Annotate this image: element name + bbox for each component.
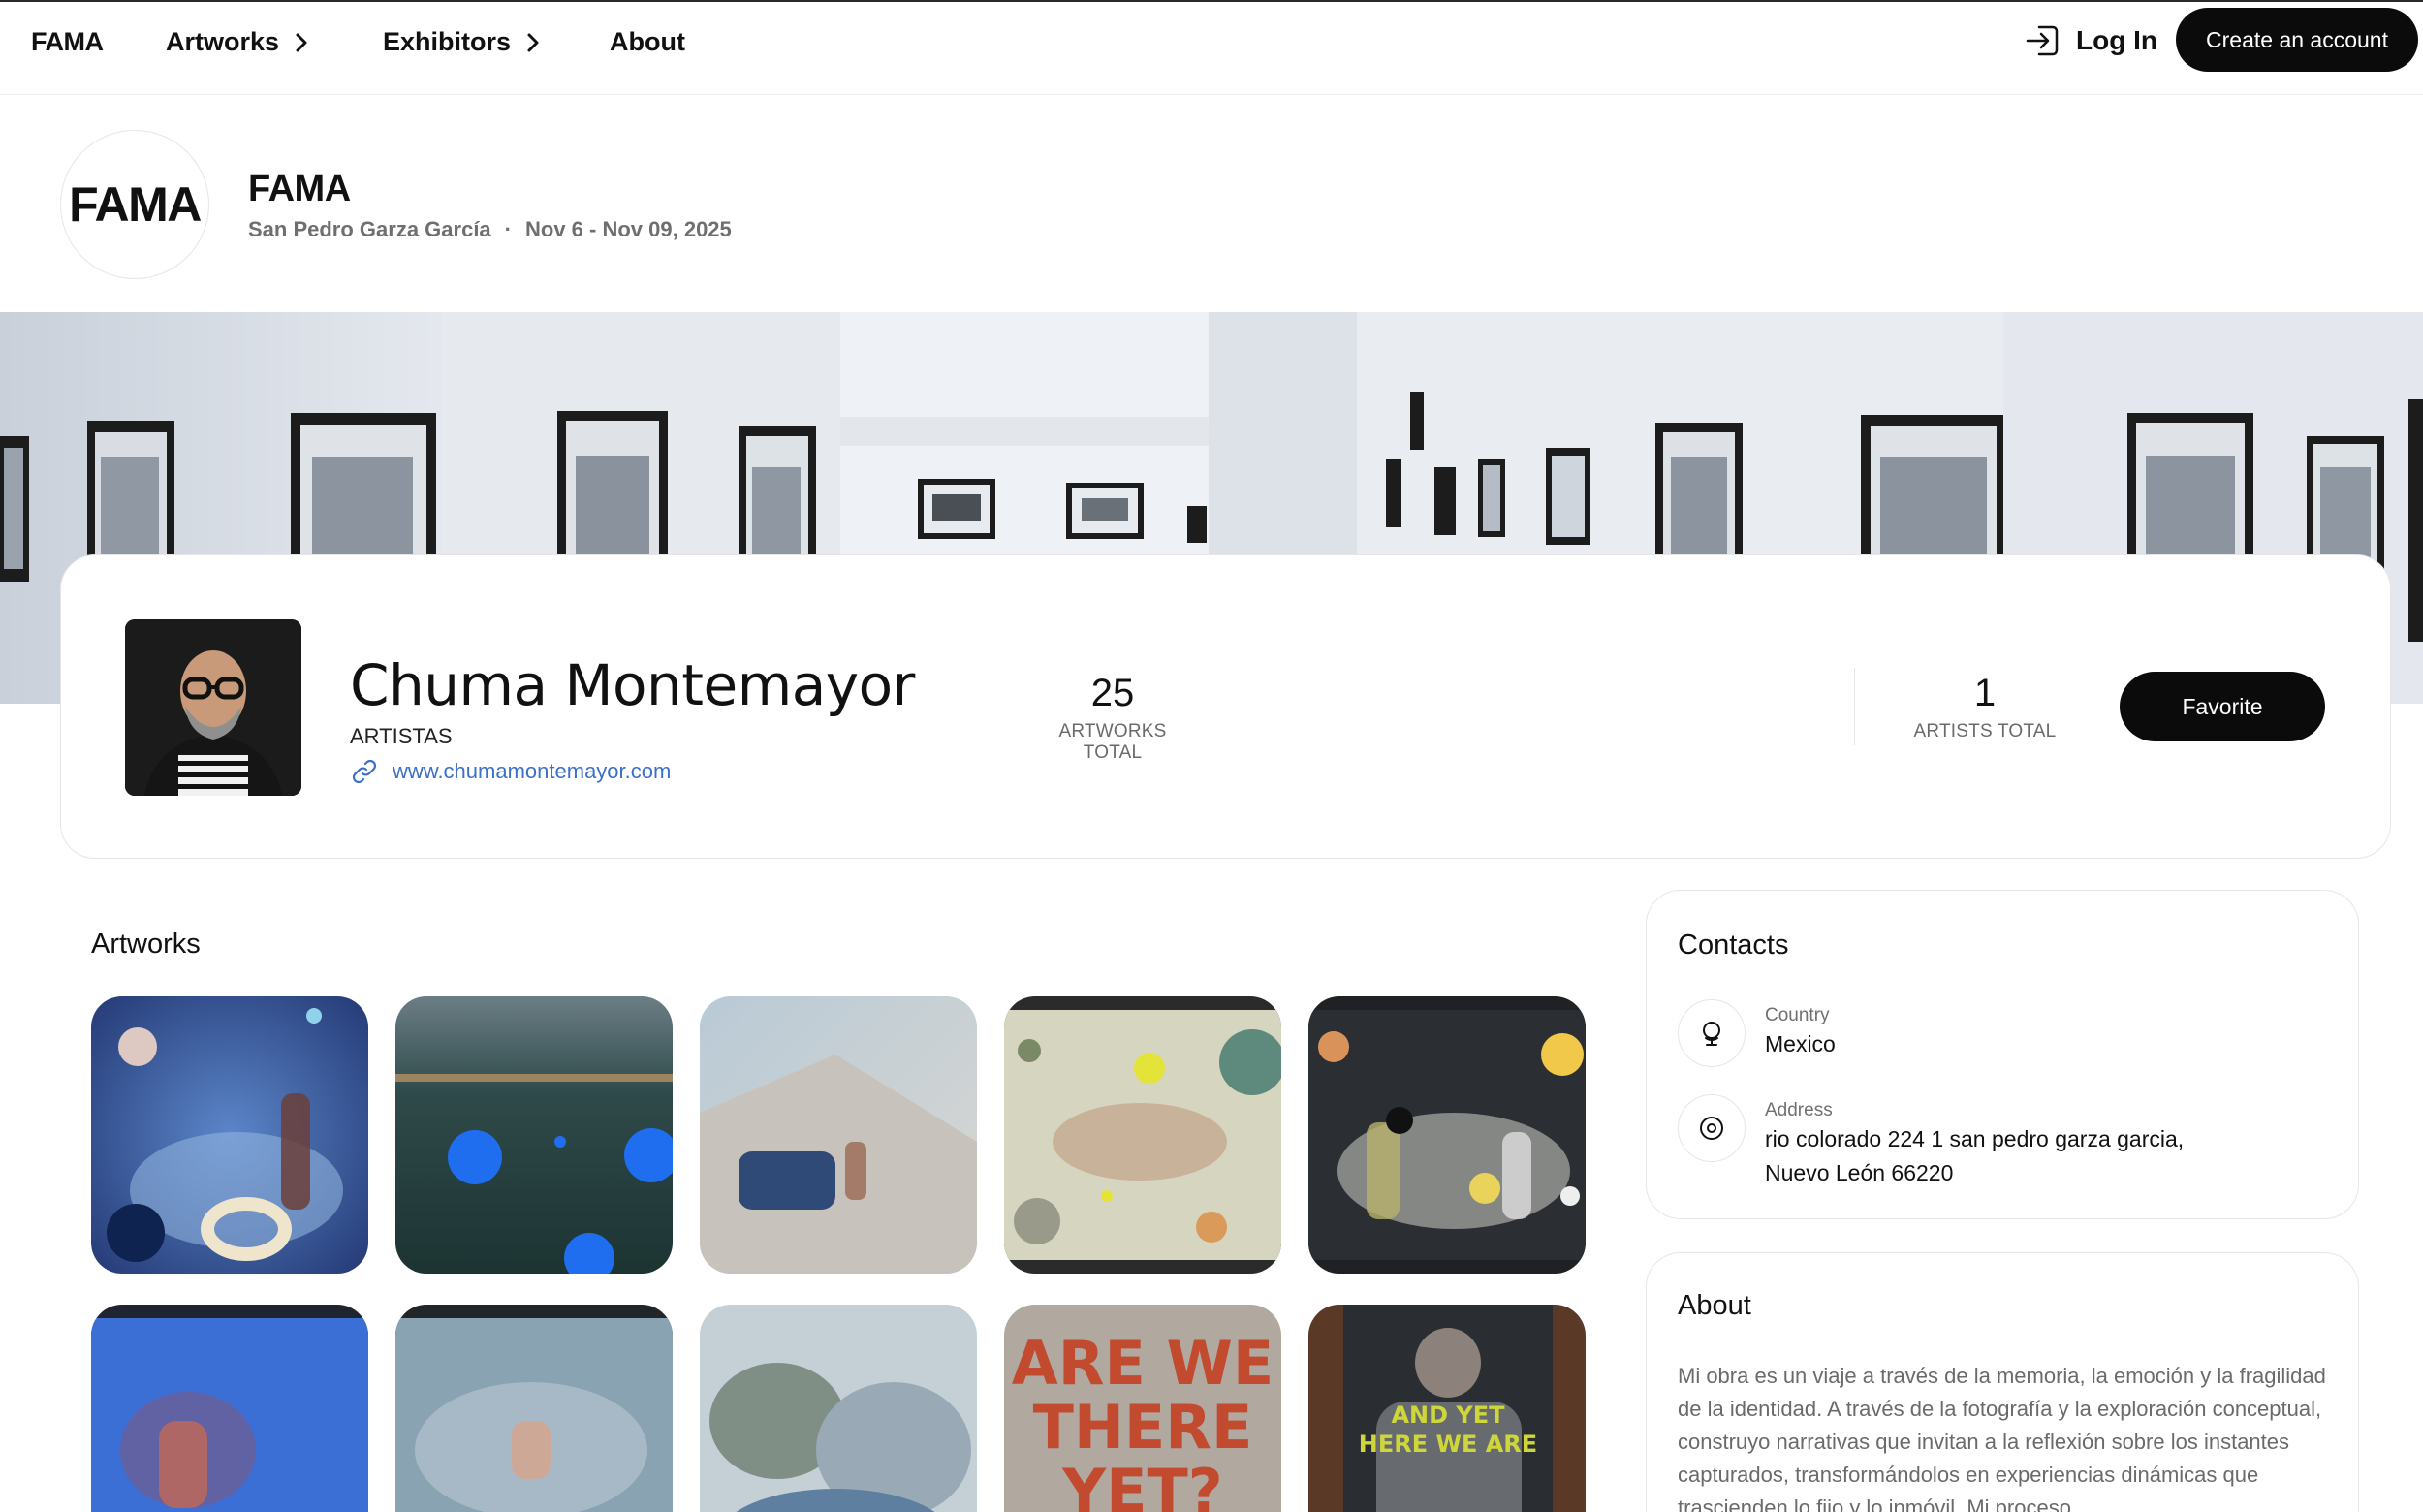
artist-avatar	[125, 619, 301, 796]
fair-logo[interactable]: FAMA	[60, 130, 209, 279]
artwork-tile[interactable]	[700, 1305, 977, 1512]
stat-artworks-value: 25	[1090, 672, 1135, 714]
stat-artworks-label: ARTWORKS TOTAL	[1058, 721, 1167, 763]
country-label: Country	[1765, 1005, 1830, 1025]
login-button[interactable]: Log In	[2024, 21, 2157, 60]
artist-website-link[interactable]: www.chumamontemayor.com	[350, 757, 671, 786]
nav-artworks[interactable]: Artworks	[166, 27, 310, 57]
meta-separator: ·	[504, 217, 512, 241]
artwork-tile[interactable]	[91, 996, 368, 1274]
about-card: About Mi obra es un viaje a través de la…	[1646, 1252, 2359, 1512]
contacts-card: Contacts Country Mexico Address rio colo…	[1646, 890, 2359, 1219]
about-title: About	[1678, 1290, 1751, 1321]
address-label: Address	[1765, 1100, 1833, 1120]
contact-address: Address rio colorado 224 1 san pedro gar…	[1678, 1094, 2184, 1189]
create-account-button[interactable]: Create an account	[2176, 8, 2418, 72]
fair-name: FAMA	[248, 169, 351, 209]
stat-artists-total: 1 ARTISTS TOTAL	[1912, 672, 2058, 742]
artwork-tile[interactable]	[1004, 996, 1281, 1274]
artwork-tile-and-yet-here-we-are[interactable]: AND YET HERE WE ARE	[1308, 1305, 1586, 1512]
artwork-tile[interactable]	[700, 996, 977, 1274]
artwork-tile-are-we-there-yet[interactable]: ARE WE THERE YET?	[1004, 1305, 1281, 1512]
globe-icon	[1678, 999, 1746, 1067]
fair-meta: San Pedro Garza García · Nov 6 - Nov 09,…	[248, 217, 732, 242]
tile-text-line: HERE WE ARE	[1359, 1431, 1537, 1458]
artwork-tile[interactable]	[395, 996, 673, 1274]
nav-exhibitors[interactable]: Exhibitors	[383, 27, 542, 57]
chevron-right-icon	[296, 33, 307, 51]
stat-divider	[1854, 668, 1855, 745]
chevron-right-icon	[527, 33, 539, 51]
nav-about[interactable]: About	[610, 27, 685, 57]
nav-exhibitors-label: Exhibitors	[383, 27, 512, 56]
stat-artists-label: ARTISTS TOTAL	[1913, 721, 2057, 741]
contacts-title: Contacts	[1678, 929, 1789, 961]
address-line-1: rio colorado 224 1 san pedro garza garci…	[1765, 1126, 2185, 1151]
contact-country: Country Mexico	[1678, 999, 1836, 1067]
favorite-button[interactable]: Favorite	[2120, 672, 2325, 741]
artist-website-url: www.chumamontemayor.com	[393, 759, 672, 783]
artwork-tile[interactable]	[1308, 996, 1586, 1274]
link-icon	[352, 759, 377, 784]
address-line-2: Nuevo León 66220	[1765, 1160, 1954, 1185]
top-navigation: FAMA Artworks Exhibitors About Log In Cr…	[0, 2, 2423, 95]
artist-profile-card: Chuma Montemayor ARTISTAS www.chumamonte…	[60, 554, 2391, 859]
nav-artworks-label: Artworks	[166, 27, 280, 56]
artist-role: ARTISTAS	[350, 724, 453, 748]
nav-about-label: About	[610, 27, 685, 56]
location-pin-icon	[1678, 1094, 1746, 1162]
fair-location: San Pedro Garza García	[248, 217, 491, 241]
login-label: Log In	[2076, 25, 2157, 55]
country-value: Mexico	[1765, 1031, 1836, 1056]
artwork-tile[interactable]	[91, 1305, 368, 1512]
tile-text-line: YET?	[1061, 1456, 1223, 1512]
stat-artists-value: 1	[1973, 672, 1997, 714]
fair-dates: Nov 6 - Nov 09, 2025	[525, 217, 732, 241]
stat-artworks-total: 25 ARTWORKS TOTAL	[1040, 672, 1185, 764]
about-text: Mi obra es un viaje a través de la memor…	[1678, 1364, 2326, 1512]
nav-brand-logo[interactable]: FAMA	[31, 27, 104, 57]
tile-text-line: THERE	[1033, 1392, 1253, 1463]
tile-text-line: AND YET	[1391, 1402, 1505, 1429]
login-icon	[2026, 25, 2059, 56]
artist-name: Chuma Montemayor	[350, 652, 915, 718]
artwork-tile[interactable]	[395, 1305, 673, 1512]
tile-text-line: ARE WE	[1012, 1328, 1274, 1399]
artworks-section-title: Artworks	[91, 929, 201, 960]
